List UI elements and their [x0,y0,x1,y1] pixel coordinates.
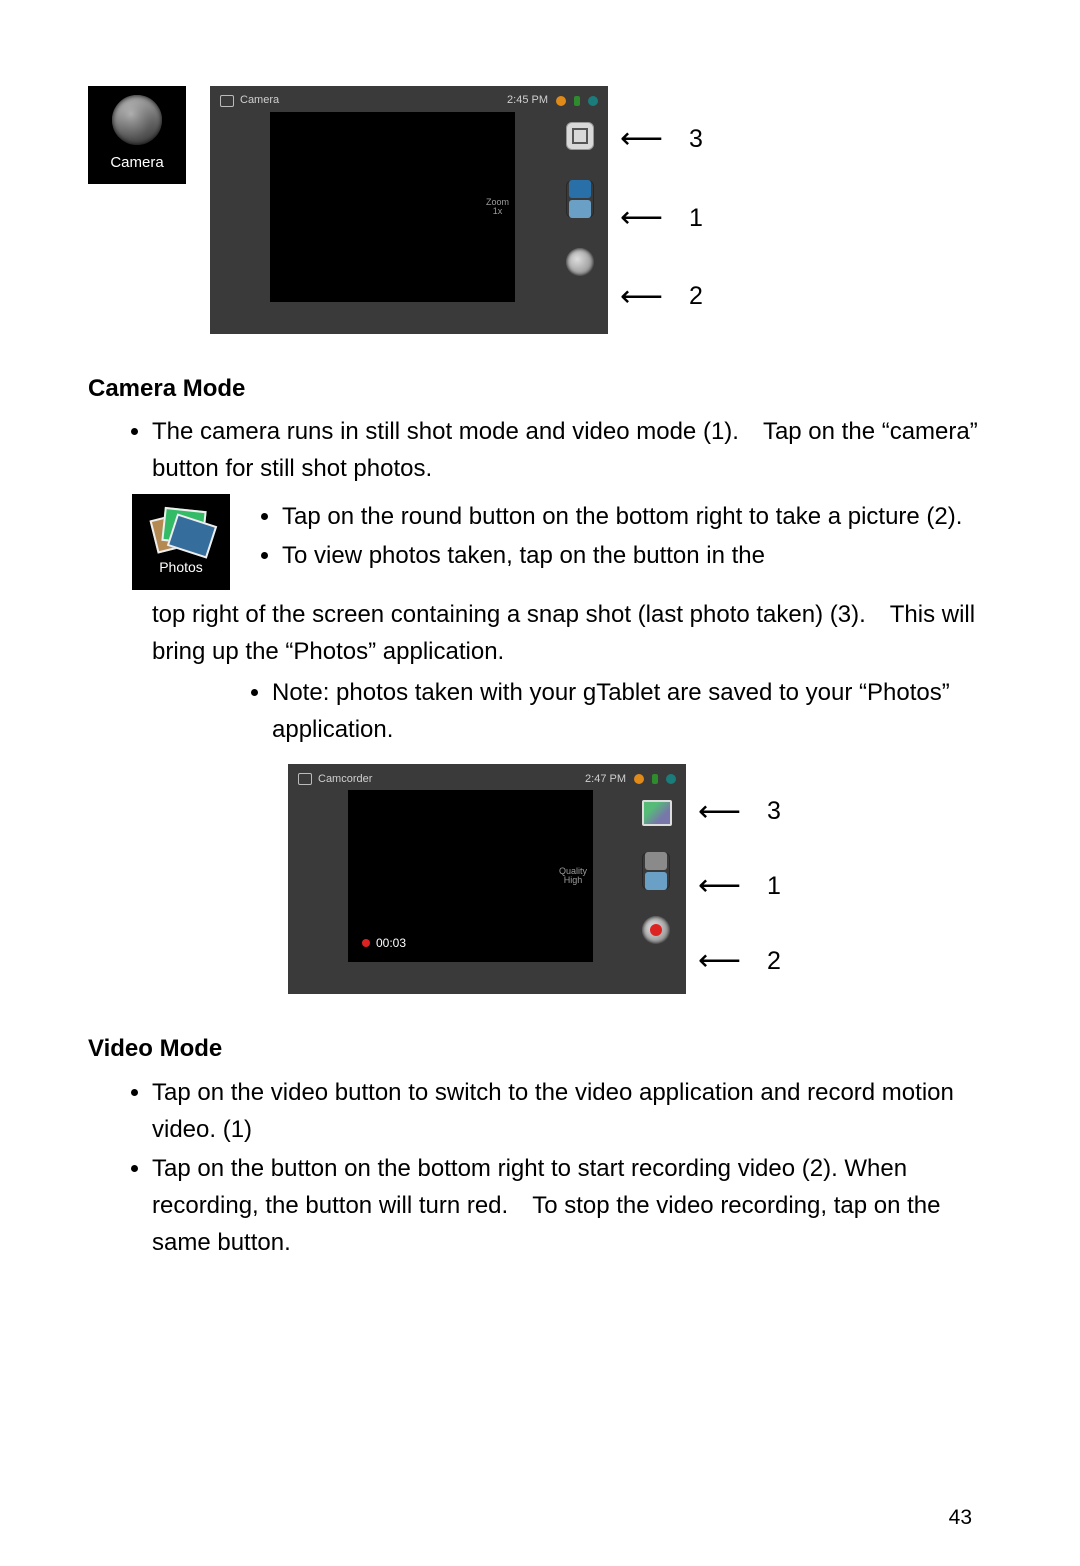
status-battery-icon [652,774,658,784]
camera-lens-icon [112,95,162,145]
last-photo-thumbnail[interactable] [566,122,594,150]
arrow-left-icon: ⟵ [698,946,741,976]
side-controls [566,122,594,276]
record-button[interactable] [642,916,670,944]
screenshot-clock: 2:47 PM [585,771,626,788]
status-dot-orange-icon [634,774,644,784]
camera-screenshot-block: Camera 2:45 PM Zoom 1x [210,86,703,334]
callouts-column: ⟵3 ⟵1 ⟵2 [620,86,703,334]
photos-app-icon: Photos [132,494,230,590]
continuation-text: top right of the screen containing a sna… [152,596,992,670]
photos-stack-icon [153,505,209,553]
statusbar: Camera 2:45 PM [220,94,598,108]
shutter-button[interactable] [566,248,594,276]
video-mode-list: Tap on the video button to switch to the… [118,1074,992,1262]
arrow-left-icon: ⟵ [698,797,741,827]
callout-1: ⟵1 [620,199,703,238]
page-number: 43 [949,1506,972,1530]
home-icon [220,95,234,107]
viewfinder: Quality High 00:03 [348,790,593,962]
home-icon [298,773,312,785]
video-mode-icon [569,200,591,218]
last-photo-thumbnail[interactable] [642,800,672,826]
list-item: Tap on the video button to switch to the… [152,1074,992,1148]
mode-switch[interactable] [642,852,670,890]
photos-row: Photos Tap on the round button on the bo… [132,494,992,590]
camcorder-screenshot: Camcorder 2:47 PM Quality High 00:03 [288,764,686,994]
statusbar: Camcorder 2:47 PM [298,772,676,786]
camera-sub-list: Tap on the round button on the bottom ri… [248,498,962,576]
camera-mode-list: The camera runs in still shot mode and v… [118,413,992,487]
screenshot-clock: 2:45 PM [507,92,548,109]
photos-app-label: Photos [159,557,203,579]
status-dot-orange-icon [556,96,566,106]
list-item: Note: photos taken with your gTablet are… [272,674,992,748]
list-item: To view photos taken, tap on the button … [282,537,962,574]
mode-switch[interactable] [566,180,594,218]
callout-1: ⟵1 [698,867,781,906]
camera-screenshot: Camera 2:45 PM Zoom 1x [210,86,608,334]
callout-3: ⟵3 [620,120,703,159]
side-controls [642,800,672,944]
screenshot-title: Camcorder [318,771,372,788]
list-item: The camera runs in still shot mode and v… [152,413,992,487]
callout-2: ⟵2 [620,277,703,316]
camera-mode-icon [645,852,667,870]
arrow-left-icon: ⟵ [620,282,663,312]
viewfinder: Zoom 1x [270,112,515,302]
camera-note-list: Note: photos taken with your gTablet are… [238,674,992,748]
arrow-left-icon: ⟵ [698,871,741,901]
list-item: Tap on the button on the bottom right to… [152,1150,992,1262]
camera-app-icon: Camera [88,86,186,184]
top-figure-row: Camera Camera 2:45 PM [88,86,992,334]
camcorder-screenshot-block: Camcorder 2:47 PM Quality High 00:03 [288,764,992,994]
screenshot-title: Camera [240,92,279,109]
status-wifi-icon [588,96,598,106]
square-icon [572,128,588,144]
video-mode-icon [645,872,667,890]
status-wifi-icon [666,774,676,784]
record-dot-icon [362,939,370,947]
arrow-left-icon: ⟵ [620,203,663,233]
camera-app-label: Camera [110,151,163,174]
list-item: Tap on the round button on the bottom ri… [282,498,962,535]
arrow-left-icon: ⟵ [620,124,663,154]
callout-3: ⟵3 [698,792,781,831]
callout-2: ⟵2 [698,942,781,981]
zoom-label: Zoom 1x [486,198,509,216]
recording-indicator: 00:03 [362,934,406,953]
status-battery-icon [574,96,580,106]
callouts-column: ⟵3 ⟵1 ⟵2 [698,764,781,994]
heading-camera-mode: Camera Mode [88,370,992,407]
heading-video-mode: Video Mode [88,1030,992,1067]
quality-label: Quality High [559,867,587,885]
camera-mode-icon [569,180,591,198]
